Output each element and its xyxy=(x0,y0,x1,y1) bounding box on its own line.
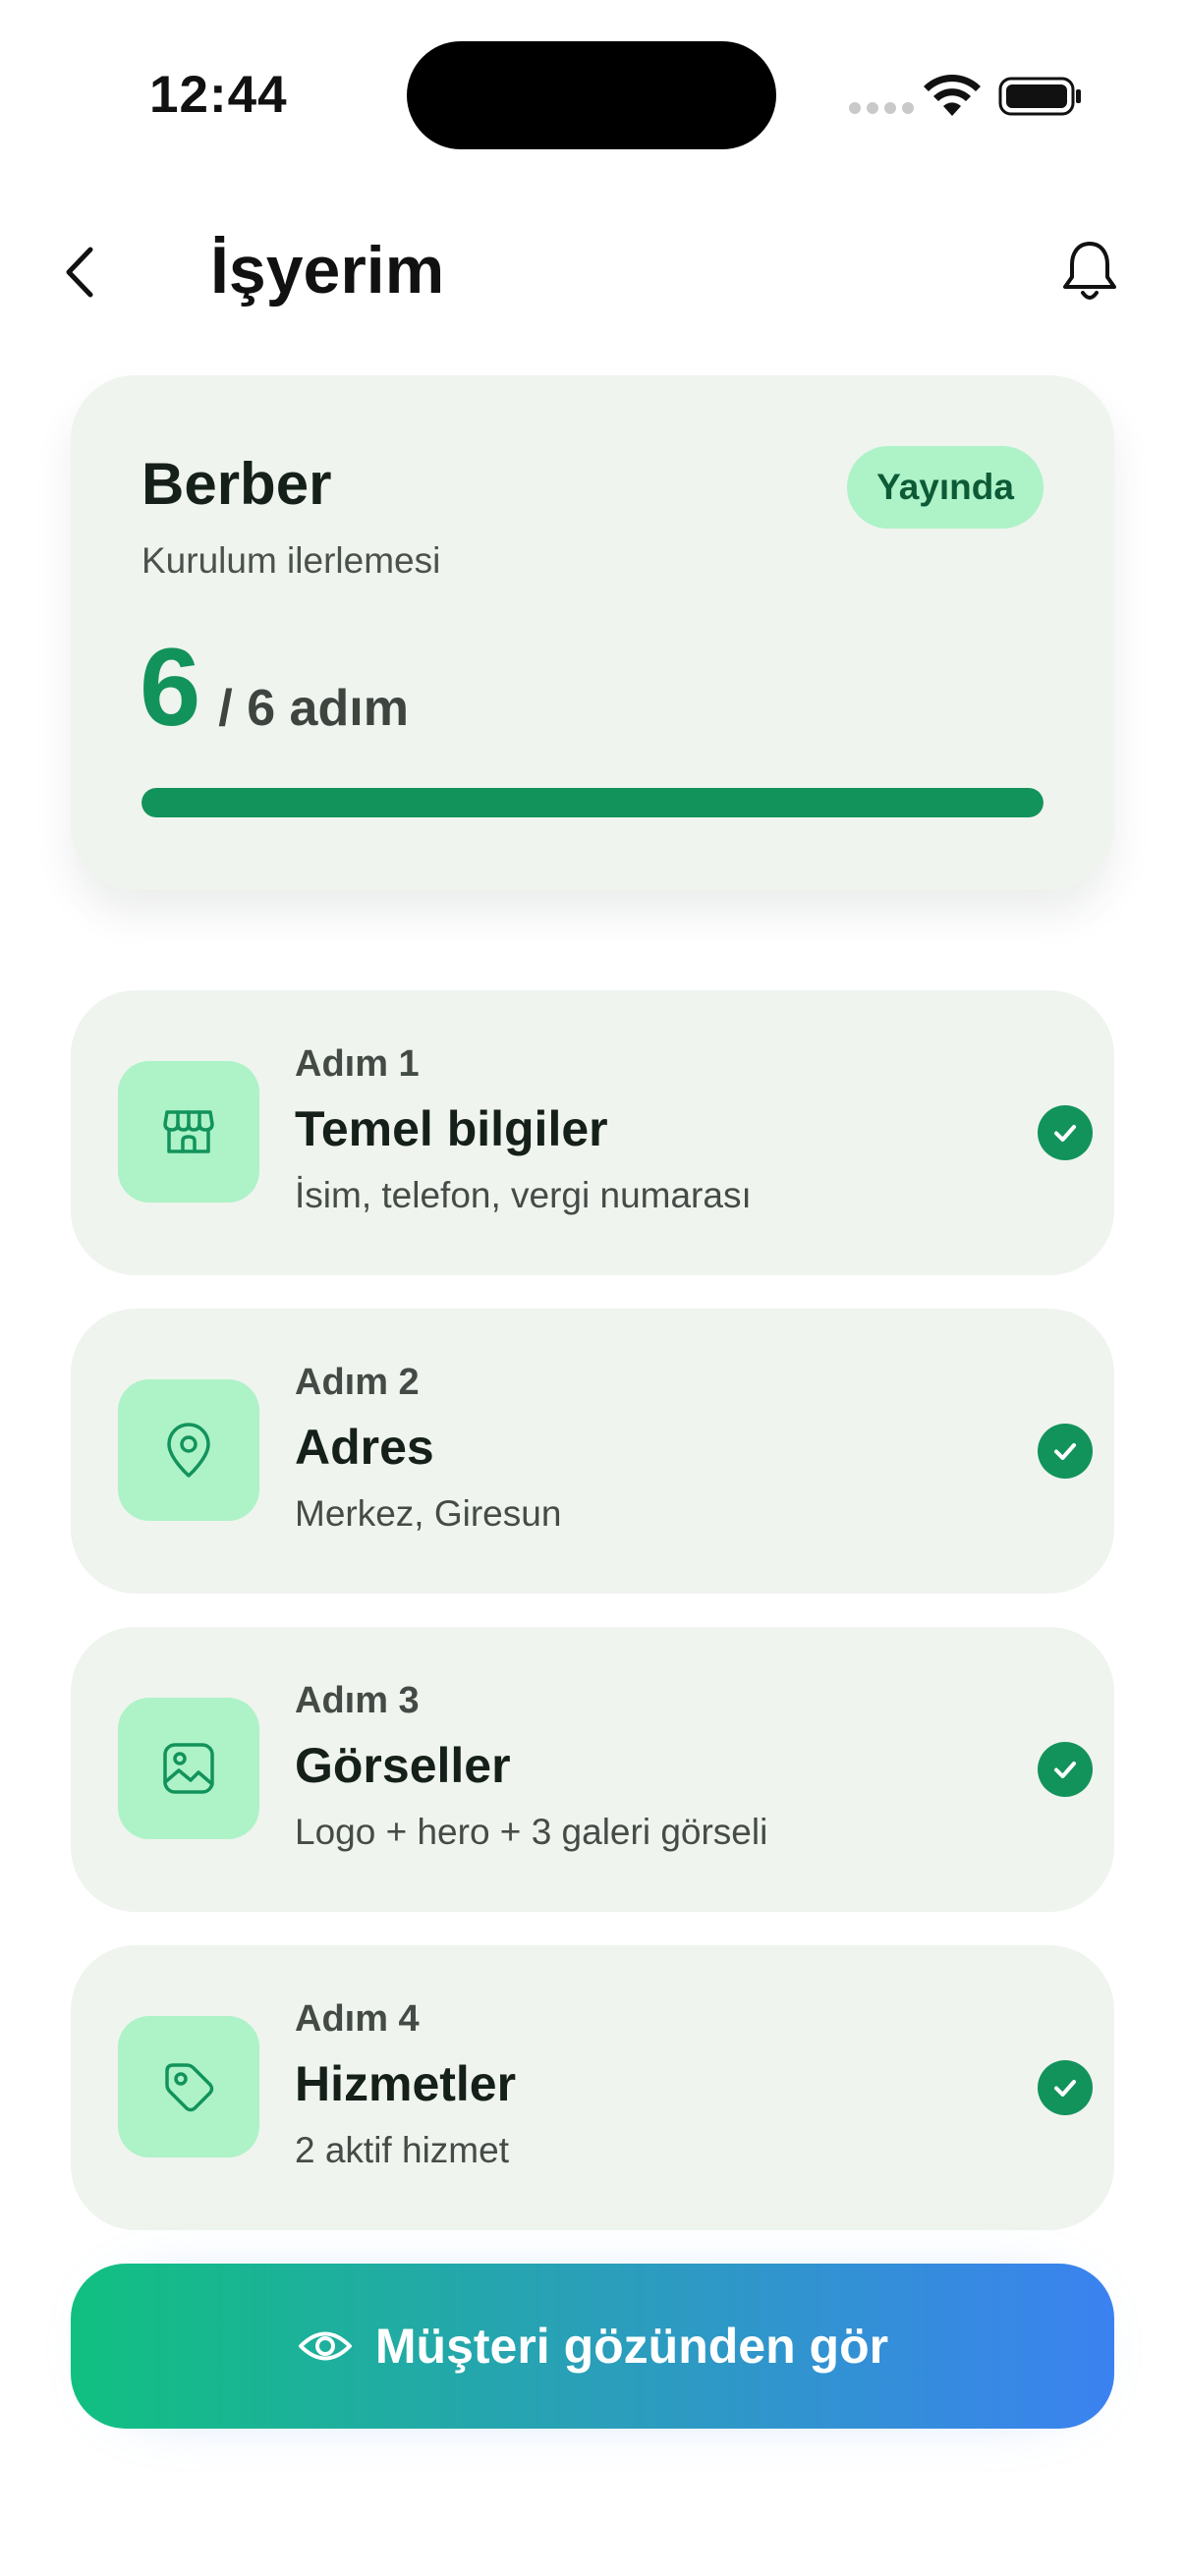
page-title: İşyerim xyxy=(210,233,445,308)
progress-bar xyxy=(141,788,1044,817)
step-title: Görseller xyxy=(295,1738,511,1793)
setup-progress-card: Berber Yayında Kurulum ilerlemesi 6 / 6 … xyxy=(71,375,1114,890)
step-number: Adım 3 xyxy=(295,1680,420,1721)
battery-icon xyxy=(998,77,1081,116)
check-icon xyxy=(1038,1424,1093,1479)
screen: 12:44 İşyerim Berber Yayında Kurulum ile… xyxy=(0,0,1185,2576)
step-card-services[interactable]: Adım 4 Hizmetler 2 aktif hizmet xyxy=(71,1945,1114,2230)
step-card-address[interactable]: Adım 2 Adres Merkez, Giresun xyxy=(71,1309,1114,1594)
wifi-icon xyxy=(924,75,981,116)
step-title: Adres xyxy=(295,1420,434,1475)
dynamic-island xyxy=(407,41,776,149)
step-description: Logo + hero + 3 galeri görseli xyxy=(295,1812,768,1852)
business-name: Berber xyxy=(141,451,332,517)
check-icon xyxy=(1038,1742,1093,1797)
customer-view-button[interactable]: Müşteri gözünden gör xyxy=(71,2264,1114,2429)
step-title: Hizmetler xyxy=(295,2056,517,2111)
check-icon xyxy=(1038,2060,1093,2115)
step-description: Merkez, Giresun xyxy=(295,1493,562,1534)
storefront-icon xyxy=(118,1061,259,1203)
status-time: 12:44 xyxy=(149,66,288,124)
steps-total: / 6 adım xyxy=(218,680,409,737)
location-pin-icon xyxy=(118,1379,259,1521)
step-number: Adım 1 xyxy=(295,1043,420,1085)
step-title: Temel bilgiler xyxy=(295,1101,608,1156)
step-description: 2 aktif hizmet xyxy=(295,2130,509,2170)
progress-label: Kurulum ilerlemesi xyxy=(141,540,441,581)
progress-bar-fill xyxy=(141,788,1044,817)
tag-icon xyxy=(118,2016,259,2157)
notifications-bell-icon[interactable] xyxy=(1059,238,1120,307)
customer-view-label: Müşteri gözünden gör xyxy=(374,2319,889,2374)
cellular-signal-icon xyxy=(849,102,914,114)
eye-icon xyxy=(298,2331,352,2361)
status-badge: Yayında xyxy=(847,446,1044,529)
image-icon xyxy=(118,1698,259,1839)
step-number: Adım 2 xyxy=(295,1362,420,1403)
back-button[interactable] xyxy=(57,238,104,307)
check-icon xyxy=(1038,1105,1093,1160)
step-card-images[interactable]: Adım 3 Görseller Logo + hero + 3 galeri … xyxy=(71,1627,1114,1912)
step-count: 6 / 6 adım xyxy=(140,633,409,743)
step-number: Adım 4 xyxy=(295,1998,420,2040)
steps-done: 6 xyxy=(140,626,201,749)
step-description: İsim, telefon, vergi numarası xyxy=(295,1175,752,1215)
step-card-basic-info[interactable]: Adım 1 Temel bilgiler İsim, telefon, ver… xyxy=(71,990,1114,1275)
